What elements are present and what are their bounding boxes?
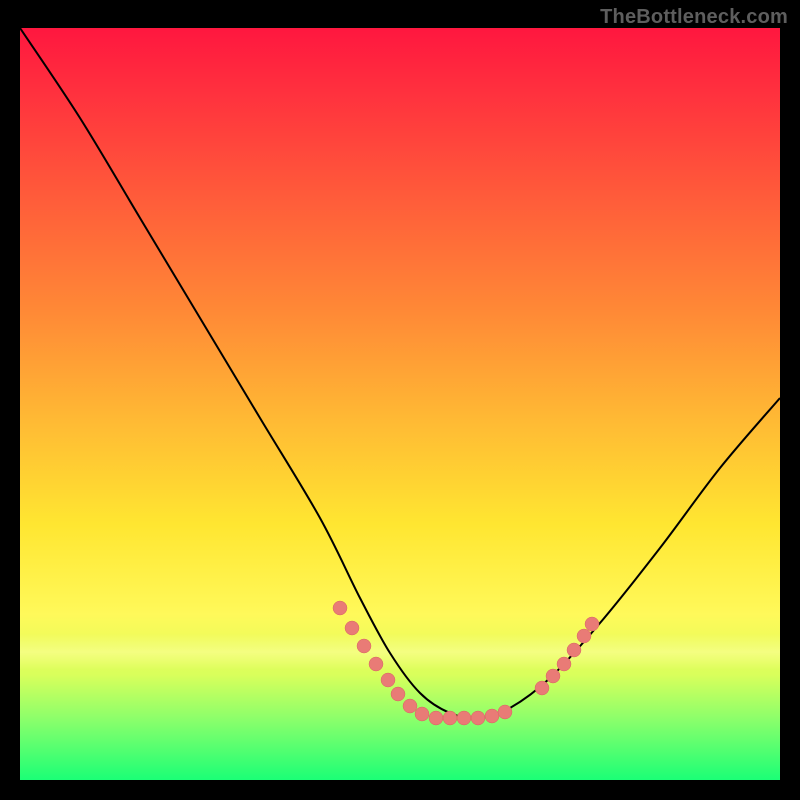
sample-dot: [403, 699, 417, 713]
sample-dot: [369, 657, 383, 671]
sample-dot: [381, 673, 395, 687]
sample-dot: [585, 617, 599, 631]
sample-dot: [535, 681, 549, 695]
sample-dot: [443, 711, 457, 725]
sample-dot: [577, 629, 591, 643]
sample-dots: [333, 601, 599, 725]
sample-dot: [429, 711, 443, 725]
sample-dot: [567, 643, 581, 657]
sample-dot: [557, 657, 571, 671]
sample-dot: [471, 711, 485, 725]
chart-frame: TheBottleneck.com: [0, 0, 800, 800]
sample-dot: [546, 669, 560, 683]
sample-dot: [391, 687, 405, 701]
sample-dot: [333, 601, 347, 615]
sample-dot: [345, 621, 359, 635]
watermark-text: TheBottleneck.com: [600, 6, 788, 29]
sample-dot: [415, 707, 429, 721]
sample-dot: [498, 705, 512, 719]
sample-dot: [485, 709, 499, 723]
bottleneck-curve-path: [20, 28, 780, 718]
sample-dot: [357, 639, 371, 653]
sample-dot: [457, 711, 471, 725]
curve-svg: [20, 28, 780, 780]
plot-area: [20, 28, 780, 780]
